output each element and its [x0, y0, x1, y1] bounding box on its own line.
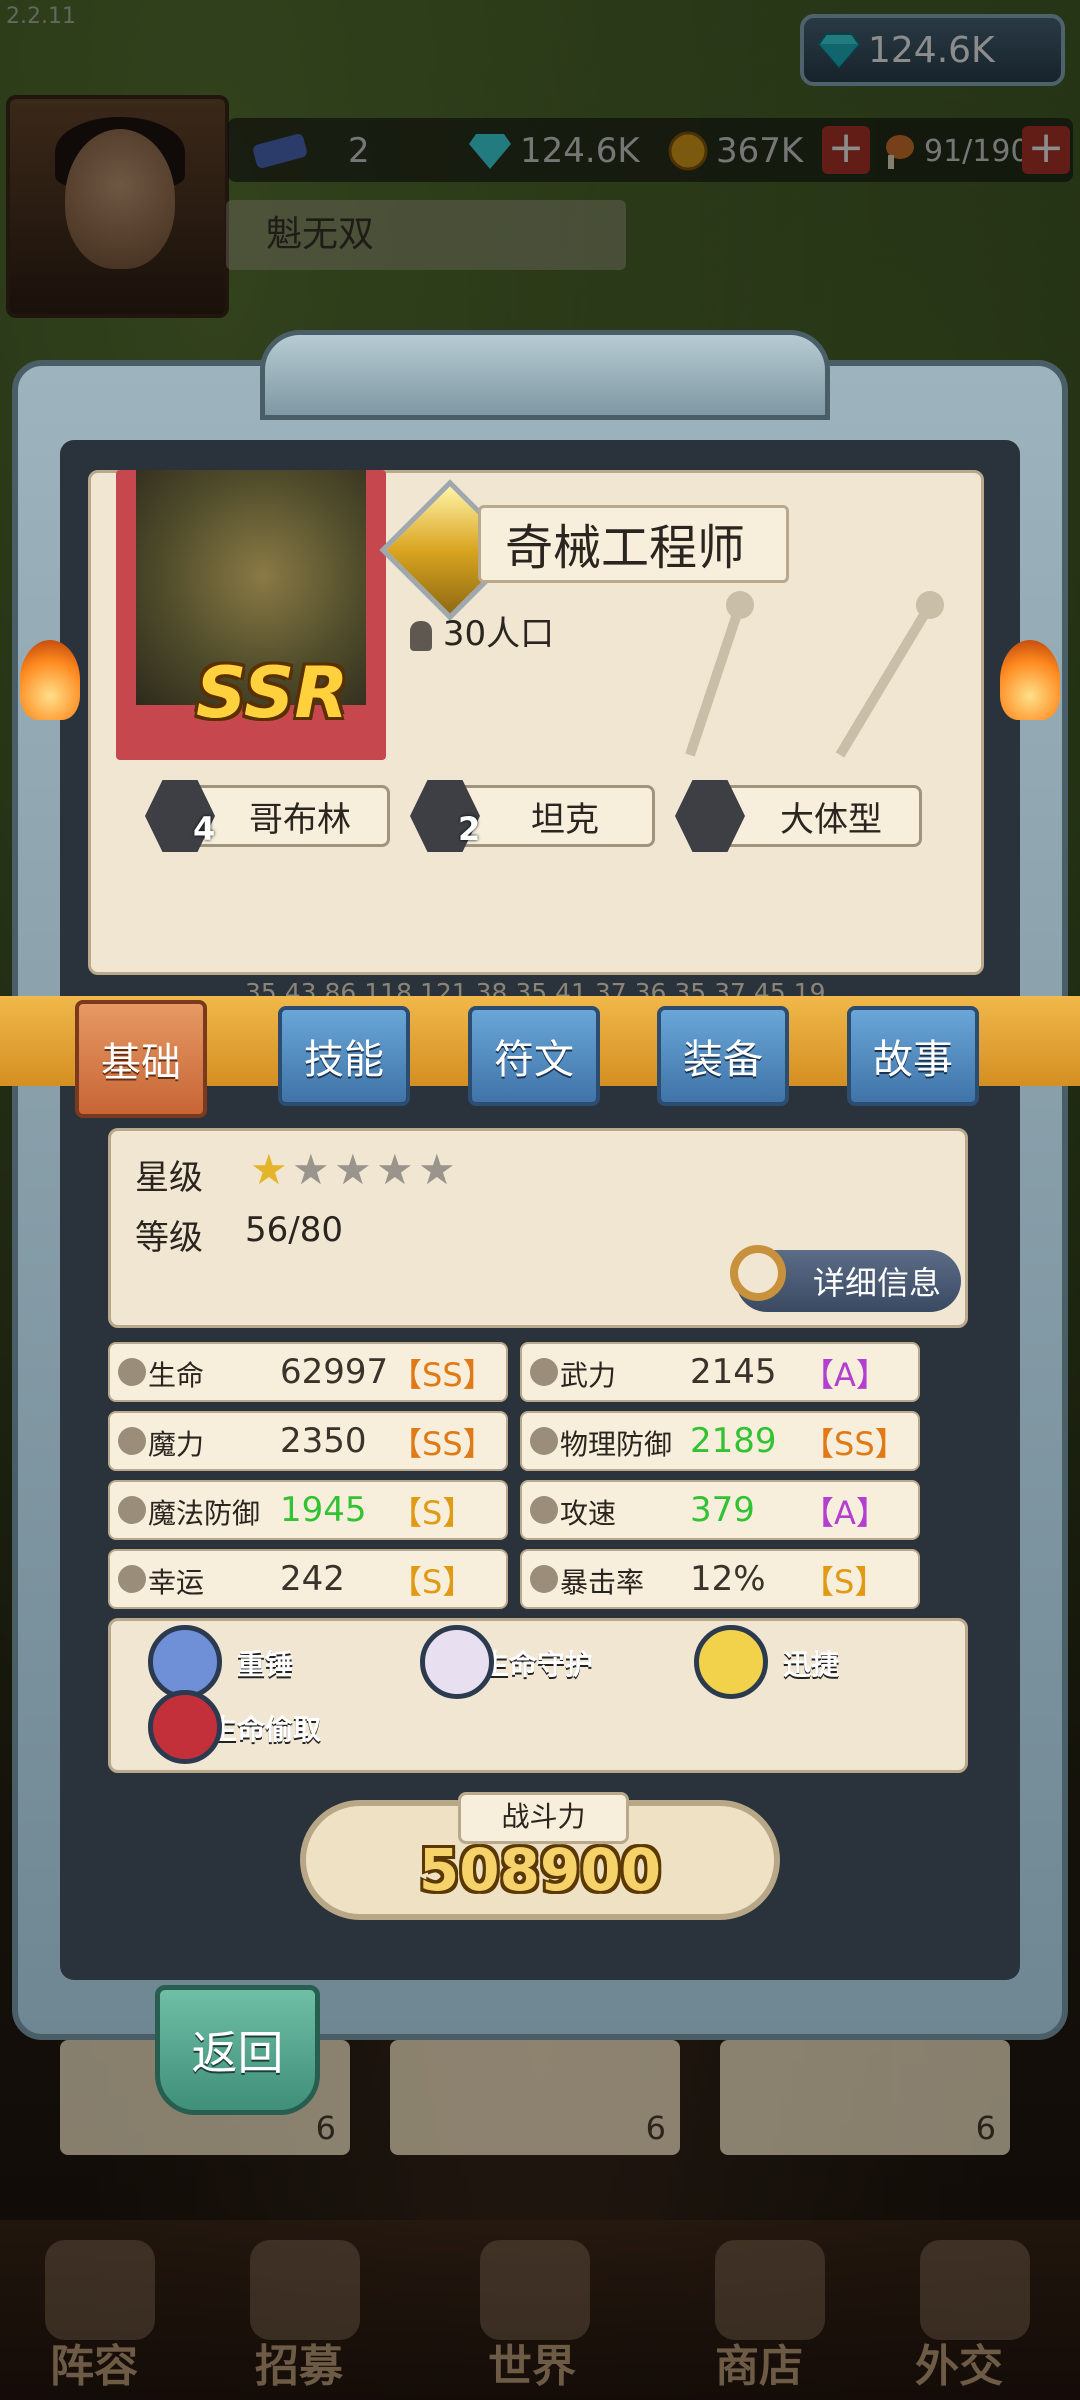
star-empty-icon: ★ [292, 1145, 330, 1194]
level-value: 56/80 [245, 1210, 343, 1250]
skill-swift[interactable]: 迅捷 [694, 1625, 916, 1699]
torch-icon [20, 640, 80, 720]
stat-value: 2350 [280, 1421, 367, 1461]
bell-icon [250, 2240, 360, 2340]
behind-card: 6 [720, 2040, 1010, 2155]
skill-heavy-hammer[interactable]: 重锤 [148, 1625, 370, 1699]
hero-panel-crest [260, 330, 830, 420]
hero-name: 奇械工程师 [505, 520, 746, 576]
guard-icon [420, 1625, 494, 1699]
behind-card: 6 [390, 2040, 680, 2155]
stat-name: 幸运 [148, 1566, 205, 1599]
stat-value: 12% [690, 1559, 766, 1599]
swift-icon [694, 1625, 768, 1699]
lifesteal-icon [148, 1690, 222, 1764]
tab-story[interactable]: 故事 [847, 1006, 979, 1106]
stat-row: 幸运 242 【S】 [108, 1549, 508, 1609]
back-button[interactable]: 返回 [155, 1985, 320, 2115]
stat-icon [530, 1565, 558, 1593]
rarity-badge: SSR [196, 652, 349, 734]
stat-value: 379 [690, 1490, 755, 1530]
stat-name: 魔力 [148, 1428, 205, 1461]
stat-icon [118, 1496, 146, 1524]
star-empty-icon: ★ [418, 1145, 456, 1194]
power-value: 508900 [418, 1836, 662, 1904]
stat-grade: 【A】 [802, 1356, 888, 1394]
stat-grade: 【SS】 [390, 1356, 495, 1394]
star-empty-icon: ★ [334, 1145, 372, 1194]
stat-grade: 【S】 [390, 1563, 475, 1601]
stat-value: 2145 [690, 1352, 777, 1392]
handshake-icon [920, 2240, 1030, 2340]
torch-icon [1000, 640, 1060, 720]
stat-row: 暴击率 12% 【S】 [520, 1549, 920, 1609]
stat-name: 物理防御 [560, 1428, 673, 1461]
tab-equipment[interactable]: 装备 [657, 1006, 789, 1106]
stat-name: 暴击率 [560, 1566, 645, 1599]
stat-row: 武力 2145 【A】 [520, 1342, 920, 1402]
nav-world[interactable]: 世界 [488, 2330, 576, 2394]
tab-skills[interactable]: 技能 [278, 1006, 410, 1106]
castle-icon [480, 2240, 590, 2340]
stat-grade: 【S】 [802, 1563, 887, 1601]
stat-grade: 【SS】 [390, 1425, 495, 1463]
stat-icon [118, 1565, 146, 1593]
crate-icon [715, 2240, 825, 2340]
stat-grade: 【SS】 [802, 1425, 907, 1463]
nav-diplomacy[interactable]: 外交 [915, 2330, 1003, 2394]
stat-row: 物理防御 2189 【SS】 [520, 1411, 920, 1471]
stat-icon [118, 1427, 146, 1455]
tab-basic[interactable]: 基础 [75, 1000, 207, 1118]
tab-runes[interactable]: 符文 [468, 1006, 600, 1106]
stat-value: 62997 [280, 1352, 389, 1392]
stat-value: 1945 [280, 1490, 367, 1530]
stat-grade: 【S】 [390, 1494, 475, 1532]
hammer-icon [148, 1625, 222, 1699]
nav-recruit[interactable]: 招募 [255, 2330, 343, 2394]
star-label: 星级 [135, 1158, 203, 1198]
stat-icon [118, 1358, 146, 1386]
stat-icon [530, 1496, 558, 1524]
stat-name: 武力 [560, 1359, 617, 1392]
stat-row: 攻速 379 【A】 [520, 1480, 920, 1540]
star-filled-icon: ★ [250, 1145, 288, 1194]
stat-name: 生命 [148, 1359, 205, 1392]
stat-row: 魔力 2350 【SS】 [108, 1411, 508, 1471]
hero-population: 30人口 [410, 606, 554, 655]
stat-value: 2189 [690, 1421, 777, 1461]
stat-grade: 【A】 [802, 1494, 888, 1532]
population-icon [410, 620, 432, 651]
stat-row: 魔法防御 1945 【S】 [108, 1480, 508, 1540]
stat-value: 242 [280, 1559, 345, 1599]
stat-icon [530, 1358, 558, 1386]
skill-life-guard[interactable]: 生命守护 [420, 1625, 642, 1699]
stat-name: 魔法防御 [148, 1497, 261, 1530]
helmet-icon [45, 2240, 155, 2340]
magnifier-icon [730, 1245, 786, 1301]
nav-shop[interactable]: 商店 [715, 2330, 803, 2394]
level-label: 等级 [135, 1218, 203, 1258]
nav-lineup[interactable]: 阵容 [50, 2330, 138, 2394]
stat-icon [530, 1427, 558, 1455]
stat-row: 生命 62997 【SS】 [108, 1342, 508, 1402]
star-empty-icon: ★ [376, 1145, 414, 1194]
skill-life-steal[interactable]: 生命偷取 [148, 1690, 370, 1764]
crossed-swords-icon [685, 591, 944, 758]
stat-name: 攻速 [560, 1497, 617, 1530]
